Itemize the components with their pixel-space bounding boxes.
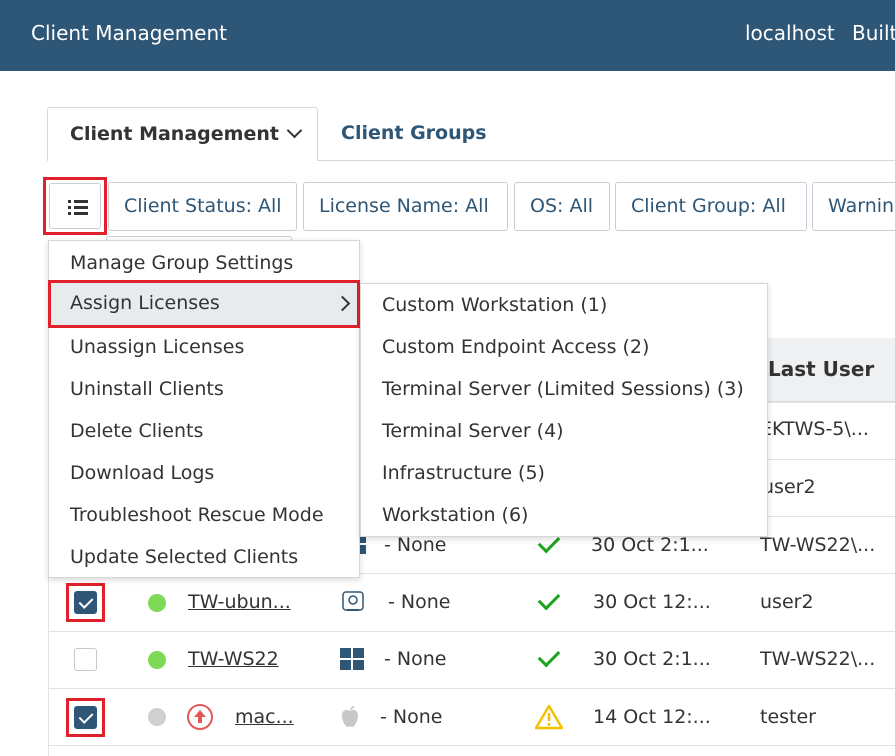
chevron-right-icon — [334, 295, 351, 312]
filter-warning[interactable]: Warnin — [812, 182, 895, 231]
cell-last-user: user2 — [762, 476, 816, 498]
actions-menu-button[interactable] — [49, 183, 101, 229]
menu-item-assign-licenses[interactable]: Assign Licenses — [48, 280, 360, 328]
client-name-link[interactable]: mac... — [235, 706, 294, 728]
filter-license-name[interactable]: License Name: All — [303, 182, 508, 231]
cell-last-seen: 30 Oct 2:1... — [593, 648, 711, 670]
submenu-item-license[interactable]: Terminal Server (Limited Sessions) (3) — [382, 378, 744, 400]
menu-item-unassign-licenses[interactable]: Unassign Licenses — [70, 336, 244, 358]
tab-label: Client Management — [70, 123, 279, 145]
row-checkbox[interactable] — [74, 706, 97, 729]
row-checkbox[interactable] — [74, 648, 97, 671]
filter-client-group[interactable]: Client Group: All — [615, 182, 807, 231]
cell-last-user: TW-WS22\... — [760, 534, 876, 556]
menu-item-uninstall-clients[interactable]: Uninstall Clients — [70, 378, 224, 400]
host-link[interactable]: localhost — [745, 21, 835, 45]
cell-last-user: user2 — [760, 591, 814, 613]
row-divider — [48, 688, 895, 689]
cell-license: - None — [384, 534, 447, 556]
cell-license: - None — [380, 706, 443, 728]
row-checkbox[interactable] — [74, 591, 97, 614]
filter-client-status[interactable]: Client Status: All — [108, 182, 297, 231]
menu-item-download-logs[interactable]: Download Logs — [70, 462, 214, 484]
filter-os[interactable]: OS: All — [514, 182, 610, 231]
update-available-icon — [187, 704, 213, 730]
cell-license: - None — [388, 591, 451, 613]
app-title: Client Management — [31, 21, 228, 45]
row-divider — [48, 745, 895, 746]
cell-last-seen: 14 Oct 12:... — [593, 706, 711, 728]
client-name-link[interactable]: TW-WS22 — [188, 648, 279, 670]
ok-check-icon — [537, 587, 561, 611]
menu-item-label: Assign Licenses — [70, 292, 220, 314]
cell-last-seen: 30 Oct 2:1... — [591, 534, 709, 556]
warning-icon — [535, 704, 563, 730]
column-header-last-user[interactable]: Last User — [768, 357, 874, 381]
cell-license: - None — [384, 648, 447, 670]
status-online-icon — [148, 594, 166, 612]
submenu-item-license[interactable]: Custom Endpoint Access (2) — [382, 336, 649, 358]
list-icon — [68, 200, 88, 216]
submenu-item-license[interactable]: Workstation (6) — [382, 504, 528, 526]
client-name-link[interactable]: TW-ubun... — [188, 591, 291, 613]
status-online-icon — [148, 651, 166, 669]
submenu-item-license[interactable]: Infrastructure (5) — [382, 462, 545, 484]
cell-last-seen: 30 Oct 12:... — [593, 591, 711, 613]
tab-divider — [318, 160, 895, 161]
menu-item-manage-group-settings[interactable]: Manage Group Settings — [70, 252, 293, 274]
tab-client-management[interactable]: Client Management — [47, 107, 318, 161]
submenu-item-license[interactable]: Terminal Server (4) — [382, 420, 564, 442]
menu-item-update-selected-clients[interactable]: Update Selected Clients — [70, 546, 298, 568]
top-bar: Client Management localhost Built — [0, 0, 895, 71]
actions-menu-button-highlight — [43, 177, 107, 235]
cell-last-user: tester — [760, 706, 816, 728]
chevron-down-icon — [286, 122, 303, 139]
tab-client-groups[interactable]: Client Groups — [341, 107, 487, 161]
submenu-item-license[interactable]: Custom Workstation (1) — [382, 294, 607, 316]
menu-item-delete-clients[interactable]: Delete Clients — [70, 420, 203, 442]
apple-icon — [341, 706, 359, 727]
cell-last-user: TW-WS22\... — [760, 648, 876, 670]
assign-licenses-submenu: Custom Workstation (1) Custom Endpoint A… — [360, 283, 768, 537]
cell-last-user: EKTWS-5\... — [760, 418, 869, 440]
menu-item-troubleshoot-rescue-mode[interactable]: Troubleshoot Rescue Mode — [70, 504, 324, 526]
status-offline-icon — [148, 708, 166, 726]
user-menu[interactable]: Built — [852, 21, 895, 45]
ok-check-icon — [537, 644, 561, 668]
windows-icon — [340, 648, 364, 670]
linux-icon — [342, 591, 364, 611]
row-divider — [48, 631, 895, 632]
